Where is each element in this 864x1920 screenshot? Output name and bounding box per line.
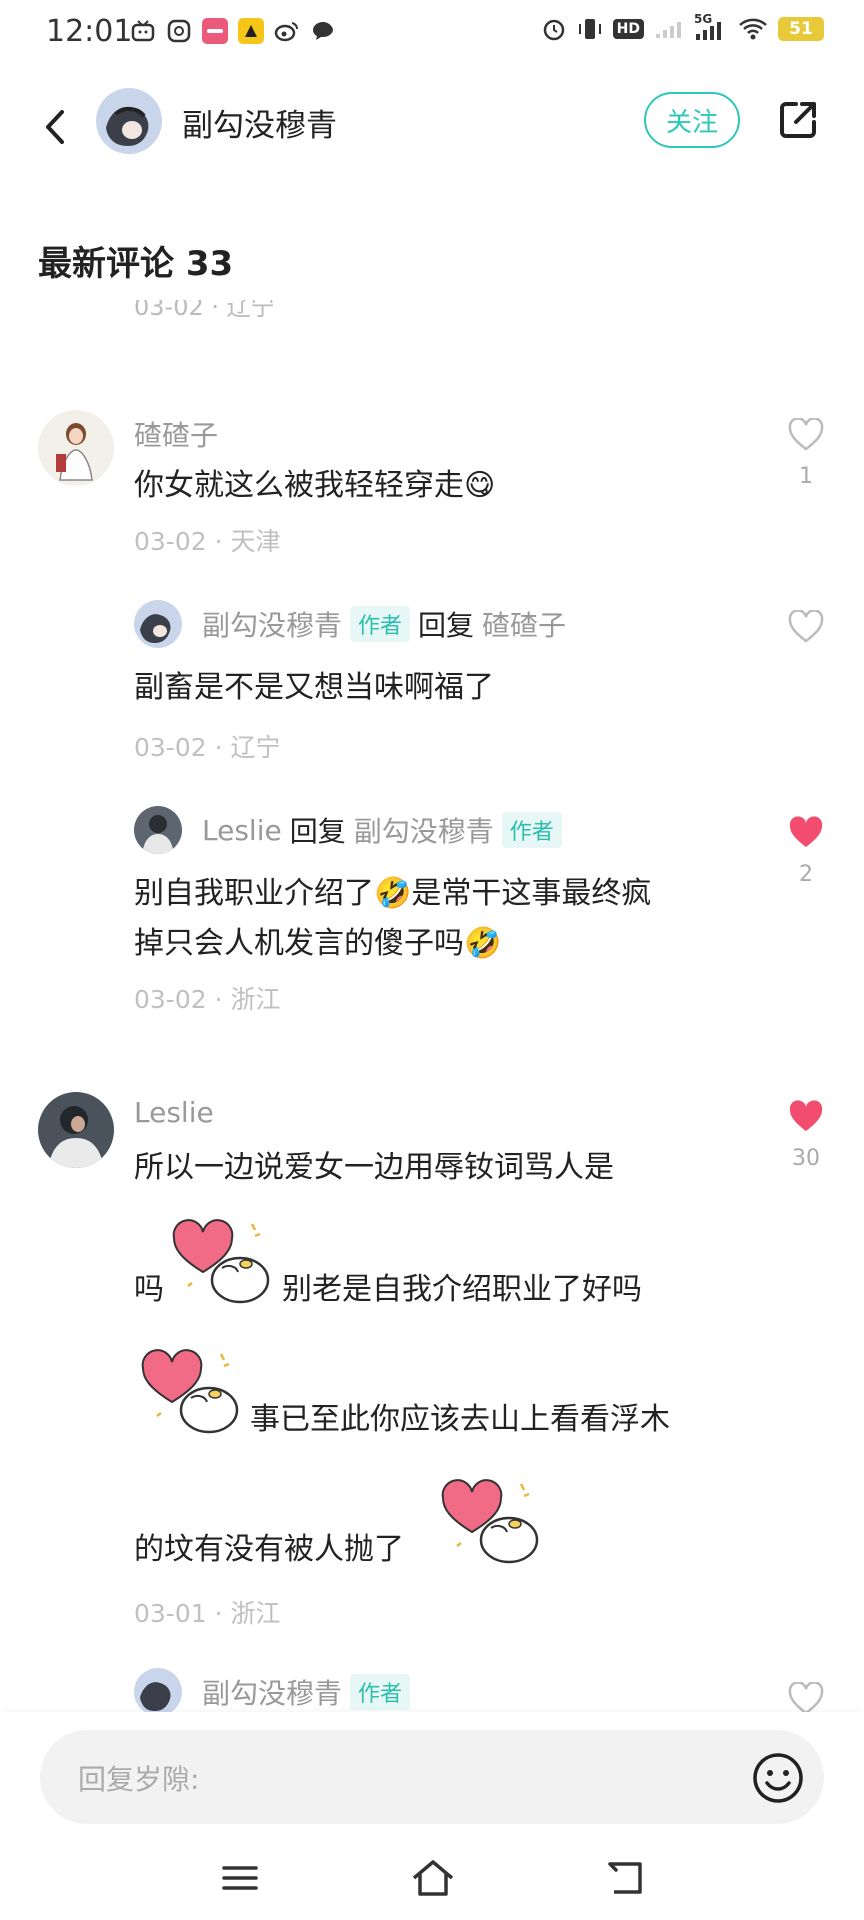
tv-icon — [130, 18, 156, 44]
heart-duck-sticker — [168, 1210, 278, 1310]
comment-meta: 03-01 · 浙江 — [134, 1599, 281, 1628]
commenter-avatar[interactable] — [38, 410, 114, 486]
back-nav-button[interactable] — [604, 1858, 646, 1898]
home-icon — [412, 1860, 454, 1896]
comment-sticker-line: 的坟有没有被人抛了 — [134, 1470, 734, 1580]
like-button[interactable] — [788, 609, 824, 644]
comment-sticker-line: 吗 别老是自我介绍职业了好吗 — [134, 1210, 734, 1320]
reply-username[interactable]: 副勾没穆青 — [202, 1672, 342, 1712]
top-navigation: 副勾没穆青 关注 — [0, 80, 864, 190]
back-button[interactable] — [36, 102, 76, 152]
like-count: 2 — [799, 862, 813, 887]
author-avatar[interactable] — [96, 88, 162, 154]
wifi-icon — [739, 18, 767, 40]
heart-outline-icon — [788, 417, 824, 451]
lofter-icon — [202, 18, 228, 44]
reply-meta: 03-02 · 浙江 — [134, 985, 281, 1014]
heart-filled-icon — [789, 816, 823, 847]
emoji-button[interactable] — [752, 1752, 804, 1804]
home-button[interactable] — [410, 1856, 456, 1900]
comment-text-line: 别老是自我介绍职业了好吗 — [282, 1272, 642, 1307]
reply-meta: 03-02 · 辽宁 — [134, 733, 281, 762]
comment-username[interactable]: 碴碴子 — [134, 414, 218, 454]
reply-word: 回复 — [418, 609, 475, 642]
heart-duck-sticker — [134, 1340, 250, 1440]
status-time: 12:01 — [46, 14, 133, 49]
reply-avatar[interactable] — [134, 806, 182, 854]
reply-header: Leslie 回复 副勾没穆青 作者 — [202, 810, 562, 850]
reply-input-placeholder: 回复岁隙: — [78, 1763, 200, 1796]
author-tag: 作者 — [501, 812, 562, 848]
like-button[interactable] — [788, 816, 824, 850]
return-icon — [608, 1862, 642, 1894]
reply-avatar[interactable] — [134, 1668, 182, 1714]
vibrate-icon — [578, 19, 601, 39]
heart-outline-icon — [788, 1681, 824, 1714]
notification-icons — [130, 18, 336, 44]
reply-username[interactable]: 副勾没穆青 — [202, 604, 342, 644]
heart-outline-icon — [788, 609, 824, 643]
signal-5g-icon: 5G — [694, 12, 728, 42]
reply-header: 副勾没穆青 作者 — [202, 1672, 411, 1712]
cut-off-meta: 03-02 · 辽宁 — [134, 300, 275, 321]
reply-word: 回复 — [289, 815, 346, 848]
like-count: 1 — [799, 464, 813, 489]
heart-filled-icon — [789, 1100, 823, 1131]
like-button[interactable] — [788, 1100, 824, 1134]
menu-icon — [222, 1866, 258, 1890]
network-label: 5G — [694, 12, 713, 26]
partial-reply: 副勾没穆青 作者 — [0, 1660, 864, 1714]
reply-target[interactable]: 碴碴子 — [482, 604, 566, 644]
reply-header: 副勾没穆青 作者 回复 碴碴子 — [202, 604, 566, 644]
smiley-icon — [753, 1753, 803, 1803]
follow-button[interactable]: 关注 — [644, 92, 740, 148]
author-tag: 作者 — [350, 1674, 411, 1710]
comment-text-line: 事已至此你应该去山上看看浮木 — [250, 1402, 670, 1437]
comment-text-line: 吗 — [134, 1272, 164, 1307]
like-button[interactable] — [788, 1681, 824, 1714]
like-count: 30 — [792, 1146, 820, 1171]
share-button[interactable] — [776, 98, 820, 142]
comment-sticker-line: 事已至此你应该去山上看看浮木 — [134, 1340, 734, 1450]
system-navigation-bar — [0, 1840, 864, 1920]
chevron-left-icon — [46, 110, 64, 144]
reply-username[interactable]: Leslie — [202, 814, 282, 847]
message-icon — [310, 18, 336, 44]
alarm-icon — [543, 19, 564, 41]
commenter-avatar[interactable] — [38, 1092, 114, 1168]
like-button[interactable] — [788, 417, 824, 452]
chat-app-icon — [166, 18, 192, 44]
heart-duck-sticker — [434, 1470, 550, 1570]
signal-weak-icon — [656, 22, 681, 38]
comment-text: 你女就这么被我轻轻穿走😋 — [134, 468, 496, 503]
reply-avatar[interactable] — [134, 600, 182, 648]
share-icon — [780, 102, 816, 138]
section-title: 最新评论 33 — [38, 244, 234, 284]
comment-username[interactable]: Leslie — [134, 1096, 214, 1129]
app-yellow-icon — [238, 18, 264, 44]
reply-text: 副畜是不是又想当味啊福了 — [134, 670, 494, 705]
comment-text-line: 的坟有没有被人抛了 — [134, 1532, 404, 1567]
author-tag: 作者 — [350, 606, 411, 642]
reply-text-line: 掉只会人机发言的傻子吗🤣 — [134, 926, 502, 961]
weibo-icon — [274, 18, 300, 44]
system-icons: HD 5G 51 — [541, 12, 824, 42]
reply-target[interactable]: 副勾没穆青 — [354, 810, 494, 850]
menu-button[interactable] — [220, 1858, 260, 1898]
comment-meta: 03-02 · 天津 — [134, 527, 281, 556]
author-name[interactable]: 副勾没穆青 — [182, 100, 337, 145]
reply-text-line: 别自我职业介绍了🤣是常干这事最终疯 — [134, 876, 652, 911]
status-bar: 12:01 HD 5G 51 — [0, 0, 864, 70]
battery-indicator: 51 — [778, 17, 824, 41]
comment-text-line: 所以一边说爱女一边用辱钕词骂人是 — [134, 1150, 614, 1185]
hd-icon: HD — [612, 19, 644, 39]
reply-input[interactable]: 回复岁隙: — [40, 1730, 824, 1824]
